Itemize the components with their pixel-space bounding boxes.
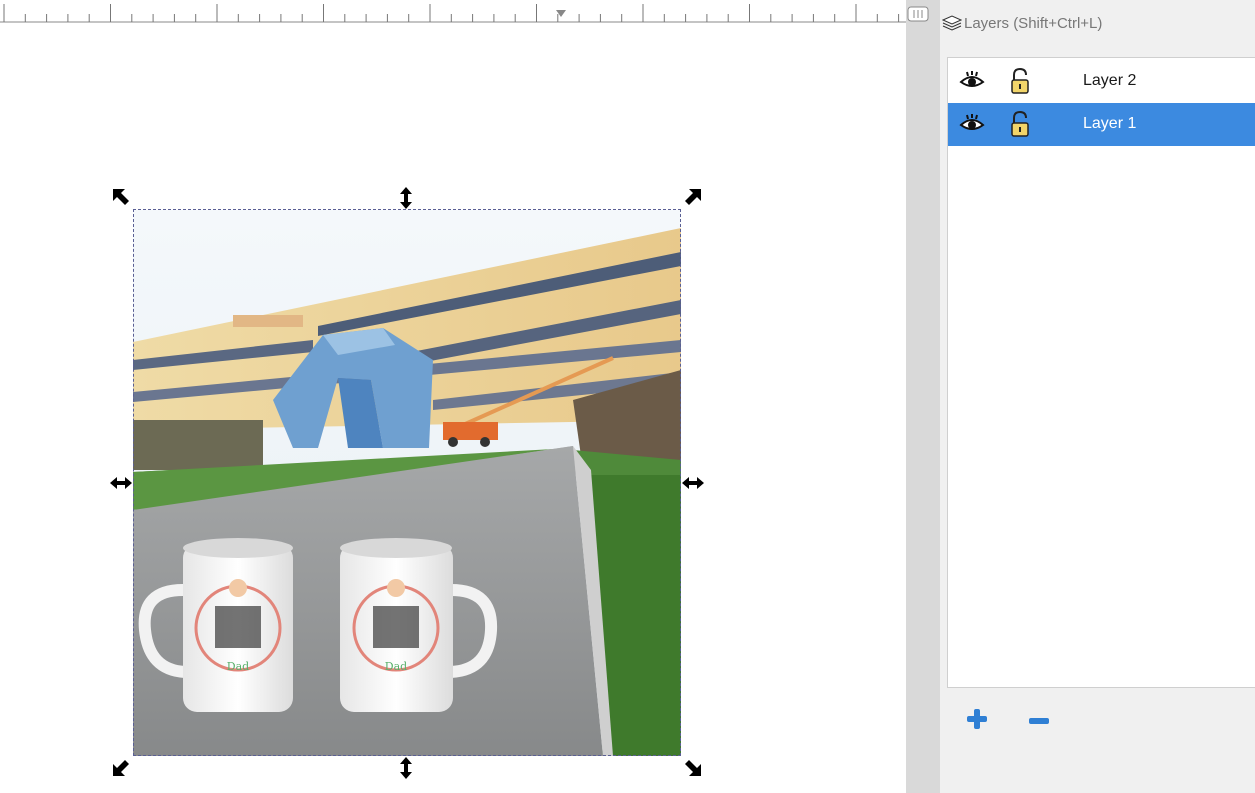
horizontal-ruler[interactable]	[0, 0, 906, 24]
resize-handle-top[interactable]	[398, 186, 414, 210]
resize-handle-top-right[interactable]	[681, 187, 703, 209]
remove-layer-button[interactable]	[1028, 716, 1050, 726]
layers-icon	[942, 15, 962, 31]
layer-name[interactable]: Layer 1	[1083, 115, 1136, 133]
unlocked-icon[interactable]	[1009, 67, 1031, 95]
layer-row-layer-2[interactable]: Layer 2	[948, 60, 1255, 103]
layer-name[interactable]: Layer 2	[1083, 72, 1136, 90]
layer-list: Layer 2 Layer 1	[947, 57, 1255, 688]
resize-handle-bottom[interactable]	[398, 756, 414, 780]
panel-splitter[interactable]	[906, 0, 940, 793]
resize-handle-right[interactable]	[681, 475, 705, 491]
resize-handle-bottom-right[interactable]	[681, 756, 703, 778]
panel-title: Layers (Shift+Ctrl+L)	[940, 8, 1102, 38]
dock-grip-icon[interactable]	[907, 6, 929, 22]
mug-right-text: Dad	[385, 660, 407, 673]
resize-handle-top-left[interactable]	[111, 187, 133, 209]
resize-handle-left[interactable]	[109, 475, 133, 491]
minus-icon	[1029, 718, 1049, 724]
unlocked-icon[interactable]	[1009, 110, 1031, 138]
eye-visible-icon[interactable]	[959, 70, 985, 92]
eye-visible-icon[interactable]	[959, 113, 985, 135]
mug-left-text: Dad	[227, 660, 249, 673]
placed-photo[interactable]: Dad Dad	[133, 210, 681, 756]
plus-icon	[967, 709, 987, 729]
resize-handle-bottom-left[interactable]	[111, 756, 133, 778]
add-layer-button[interactable]	[965, 707, 989, 731]
panel-title-label: Layers (Shift+Ctrl+L)	[964, 14, 1103, 32]
layer-row-layer-1[interactable]: Layer 1	[948, 103, 1255, 146]
layers-panel: Layers (Shift+Ctrl+L) Layer 2 Layer 1	[940, 0, 1255, 793]
